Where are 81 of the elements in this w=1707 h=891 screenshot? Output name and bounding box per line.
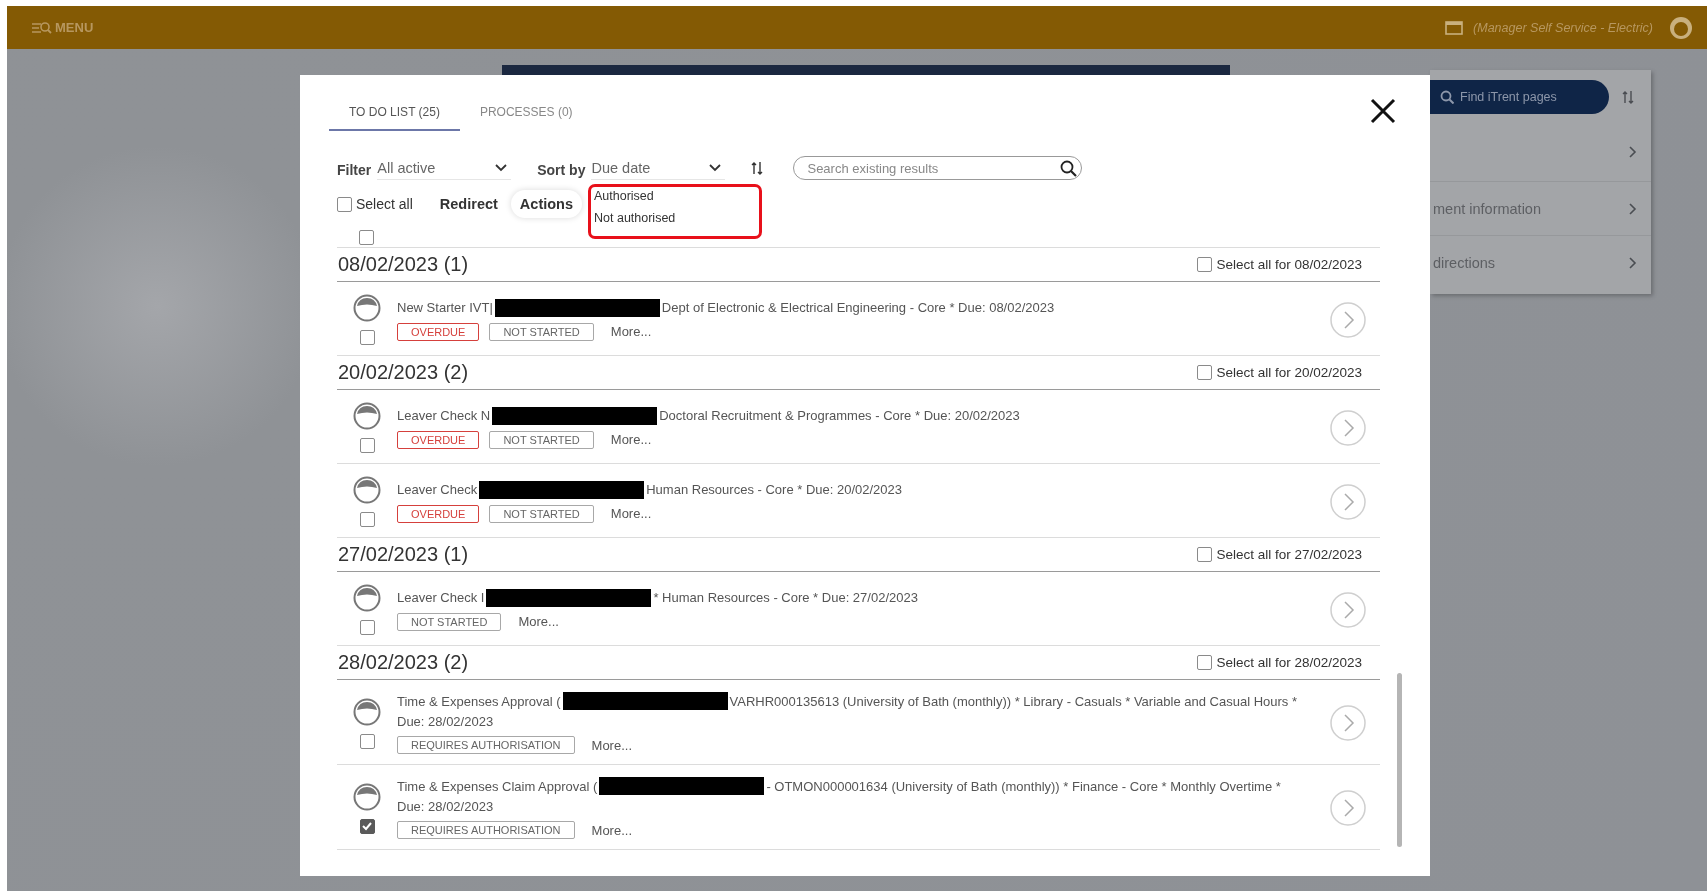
- select-field[interactable]: All active: [377, 156, 512, 180]
- close-icon[interactable]: [1370, 98, 1396, 124]
- chevron-down-icon: [495, 163, 508, 172]
- task-details: - OTMON000001634 (University of Bath (monthly)) * Finance - Core * Monthly Overtime *: [766, 777, 1281, 795]
- select-all-label[interactable]: Select all for 28/02/2023: [1216, 655, 1362, 670]
- avatar-icon: [353, 782, 381, 811]
- checkbox[interactable]: [359, 230, 374, 245]
- status-tag: REQUIRES AUTHORISATION: [397, 821, 575, 839]
- overdue-tag: OVERDUE: [397, 504, 480, 523]
- task-title: Leaver Check N: [397, 407, 491, 424]
- task-details: * Human Resources - Core * Due: 27/02/2023: [653, 589, 918, 606]
- scrollbar[interactable]: [1397, 673, 1402, 847]
- date-heading: 27/02/2023 (1): [338, 543, 469, 566]
- chevron-right-icon[interactable]: [1628, 146, 1637, 158]
- select-all-label[interactable]: Select all for 08/02/2023: [1216, 257, 1362, 272]
- overdue-tag: OVERDUE: [397, 430, 480, 449]
- avatar-icon: [353, 584, 381, 612]
- field-label: Filter: [337, 160, 372, 178]
- status-tag: NOT STARTED: [489, 322, 594, 341]
- menu-item[interactable]: Not authorised: [594, 211, 759, 225]
- overdue-tag: OVERDUE: [397, 322, 480, 341]
- sort-icon[interactable]: [751, 161, 764, 175]
- select-all-label[interactable]: Select all for 20/02/2023: [1216, 365, 1362, 380]
- menu-search-icon[interactable]: [31, 20, 52, 35]
- tab[interactable]: TO DO LIST (25): [329, 105, 460, 131]
- checkbox[interactable]: [359, 620, 375, 635]
- task-title: Leaver Check I: [397, 589, 485, 606]
- field-label: Sort by: [537, 160, 586, 178]
- more-link[interactable]: More...: [610, 432, 652, 447]
- avatar-icon: [353, 697, 381, 726]
- task-details: Dept of Electronic & Electrical Engineering - Core * Due: 08/02/2023: [661, 299, 1055, 316]
- check-icon: [361, 820, 373, 832]
- checkbox[interactable]: [1197, 365, 1213, 380]
- task-title: Time & Expenses Approval (: [397, 692, 561, 710]
- menu-item[interactable]: Authorised: [594, 189, 759, 203]
- chevron-right-icon: [1628, 202, 1637, 215]
- checkbox[interactable]: [359, 330, 375, 345]
- status-tag: NOT STARTED: [489, 504, 594, 523]
- task-details: Doctoral Recruitment & Programmes - Core * Due: 20/02/2023: [659, 407, 1020, 424]
- avatar-icon: [353, 476, 381, 504]
- checkbox[interactable]: [1197, 257, 1213, 272]
- date-heading: 08/02/2023 (1): [338, 253, 469, 276]
- more-link[interactable]: More...: [610, 324, 652, 339]
- avatar-icon[interactable]: [1669, 15, 1693, 40]
- checkbox[interactable]: [359, 818, 375, 834]
- search-icon: [1060, 159, 1078, 177]
- task-title: New Starter IVT|: [397, 299, 493, 316]
- status-tag: NOT STARTED: [489, 430, 594, 449]
- task-title: Leaver Check: [397, 481, 478, 498]
- checkbox[interactable]: [359, 512, 375, 527]
- due-date: Due: 28/02/2023: [397, 798, 495, 815]
- task-details: VARHR000135613 (University of Bath (monthly)) * Library - Casuals * Variable and Casual Hours *: [729, 692, 1297, 710]
- due-date: Due: 28/02/2023: [397, 713, 495, 730]
- task-details: Human Resources - Core * Due: 20/02/2023: [646, 481, 903, 498]
- role-label: (Manager Self Service - Electric): [1473, 20, 1653, 35]
- chevron-right-icon: [1628, 256, 1637, 269]
- search-icon: [1440, 89, 1454, 104]
- chevron-down-icon: [709, 163, 722, 172]
- date-heading: 28/02/2023 (2): [338, 651, 469, 674]
- more-link[interactable]: More...: [591, 737, 632, 753]
- select-all-label[interactable]: Select all: [356, 196, 413, 212]
- action-button[interactable]: Actions: [510, 190, 582, 218]
- checkbox[interactable]: [359, 733, 375, 749]
- status-tag: REQUIRES AUTHORISATION: [397, 736, 575, 754]
- tab[interactable]: PROCESSES (0): [459, 105, 593, 131]
- select-all-label[interactable]: Select all for 27/02/2023: [1216, 547, 1362, 562]
- checkbox[interactable]: [1197, 547, 1213, 562]
- checkbox[interactable]: [359, 438, 375, 453]
- more-link[interactable]: More...: [518, 614, 559, 629]
- search-field[interactable]: Find iTrent pages: [1430, 79, 1609, 114]
- checkbox[interactable]: [1197, 655, 1213, 670]
- more-link[interactable]: More...: [591, 822, 632, 838]
- task-title: Time & Expenses Claim Approval (: [397, 777, 598, 795]
- select-field[interactable]: Due date: [591, 156, 726, 180]
- date-heading: 20/02/2023 (2): [338, 361, 469, 384]
- window-icon[interactable]: [1445, 20, 1464, 35]
- avatar-icon: [353, 402, 381, 430]
- avatar-icon: [353, 294, 381, 322]
- checkbox[interactable]: [337, 196, 352, 212]
- status-tag: NOT STARTED: [397, 612, 502, 631]
- more-link[interactable]: More...: [610, 506, 652, 521]
